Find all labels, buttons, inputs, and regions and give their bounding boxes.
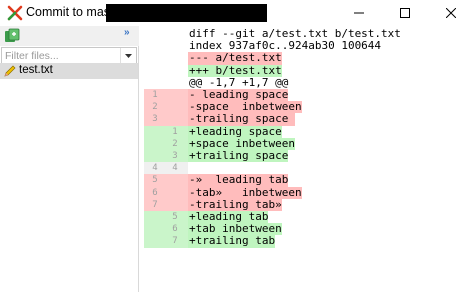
git-extensions-icon (7, 5, 23, 21)
old-line-number (144, 52, 166, 64)
old-line-number (144, 65, 166, 77)
new-line-number (164, 174, 186, 186)
old-line-number (144, 40, 166, 52)
filter-dropdown-button[interactable] (120, 48, 136, 64)
old-line-number (144, 77, 166, 89)
new-line-number: 4 (172, 163, 178, 174)
new-line-number (164, 52, 186, 64)
new-line-number (164, 65, 186, 77)
new-line-number (164, 113, 186, 125)
old-line-number: 1 (152, 90, 158, 100)
filter-files-input[interactable] (2, 48, 120, 64)
diff-line: 7 +trailing tab (144, 234, 474, 248)
diff-line: 3 -trailing space (144, 112, 474, 126)
new-line-number: 6 (172, 224, 178, 235)
close-icon (446, 8, 456, 18)
close-button[interactable] (428, 0, 474, 26)
expand-chevron-icon[interactable]: » (124, 27, 129, 38)
old-line-number: 7 (152, 199, 158, 210)
modified-file-icon (4, 65, 16, 77)
new-line-number (164, 28, 186, 40)
title-bar: Commit to master (0, 0, 474, 26)
diff-view[interactable]: diff --git a/test.txt b/test.txt index 93… (144, 26, 474, 292)
diff-line: 1 +leading space (144, 124, 474, 138)
old-line-number (144, 223, 166, 235)
new-line-number (164, 77, 186, 89)
stage-files-icon[interactable] (4, 28, 20, 44)
maximize-icon (400, 8, 410, 18)
new-line-number (164, 89, 186, 101)
old-line-number: 5 (152, 175, 158, 186)
file-list-toolbar: » (0, 26, 139, 46)
old-line-number: 3 (152, 114, 158, 125)
old-line-number (144, 235, 166, 247)
new-line-number: 5 (172, 212, 178, 222)
old-line-number (144, 126, 166, 138)
diff-line-text: -» leading tab (188, 173, 289, 187)
diff-line-text: +trailing space (188, 149, 289, 163)
old-line-number (144, 211, 166, 223)
minimize-button[interactable] (336, 0, 382, 26)
file-list-panel: » test.txt (0, 26, 139, 292)
diff-line: +++ b/test.txt (144, 63, 474, 77)
new-line-number (164, 101, 186, 113)
diff-line: --- a/test.txt (144, 51, 474, 65)
diff-line-text: +trailing tab (188, 234, 276, 248)
maximize-button[interactable] (382, 0, 428, 26)
old-line-number (144, 150, 166, 162)
new-line-number (164, 40, 186, 52)
new-line-number (164, 187, 186, 199)
old-line-number (144, 28, 166, 40)
chevron-down-icon (125, 54, 132, 58)
file-list-item[interactable]: test.txt (0, 63, 138, 79)
diff-line: 6 -tab» inbetween (144, 185, 474, 199)
redacted-block (106, 4, 267, 22)
old-line-number (144, 138, 166, 150)
diff-line-text: --- a/test.txt (188, 51, 282, 65)
new-line-number: 2 (172, 138, 178, 149)
diff-line-text: -tab» inbetween (188, 185, 302, 199)
diff-line-text: +leading space (188, 124, 282, 138)
old-line-number: 2 (152, 102, 158, 113)
diff-line-text: +++ b/test.txt (188, 63, 282, 77)
diff-line-text: -trailing space (188, 112, 295, 126)
new-line-number: 1 (172, 126, 178, 137)
new-line-number (164, 199, 186, 211)
new-line-number: 3 (172, 151, 178, 161)
old-line-number: 6 (152, 187, 158, 198)
file-name: test.txt (19, 64, 53, 76)
minimize-icon (354, 12, 364, 14)
old-line-number: 4 (152, 163, 158, 174)
diff-line: 5 -» leading tab (144, 173, 474, 187)
new-line-number: 7 (172, 236, 178, 247)
